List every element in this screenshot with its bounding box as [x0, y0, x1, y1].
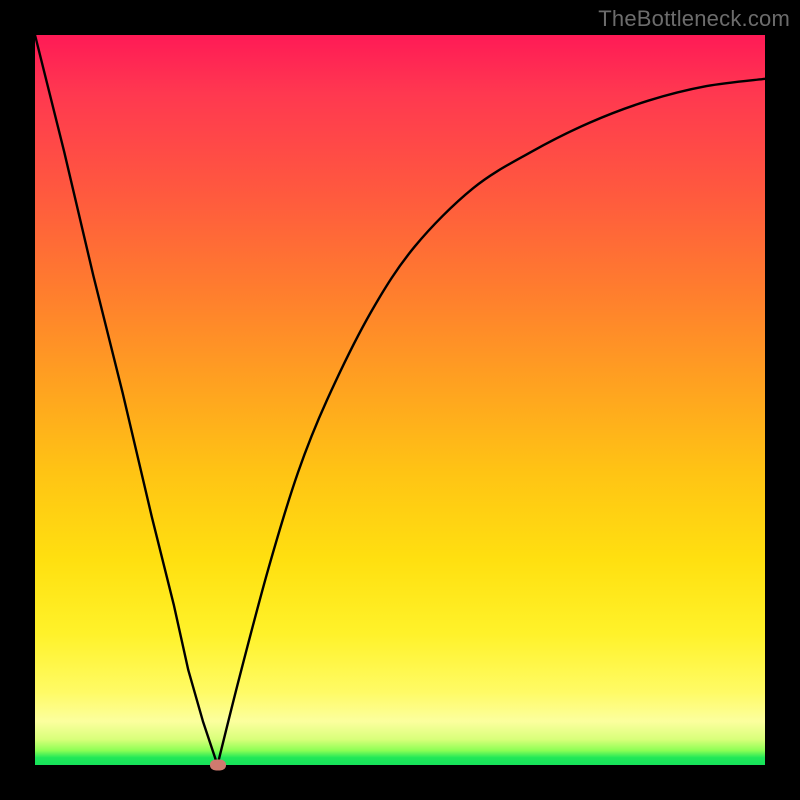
plot-area	[35, 35, 765, 765]
chart-frame: TheBottleneck.com	[0, 0, 800, 800]
bottleneck-curve	[35, 35, 765, 765]
minimum-marker	[210, 760, 226, 771]
watermark-text: TheBottleneck.com	[598, 6, 790, 32]
curve-path	[35, 35, 765, 765]
